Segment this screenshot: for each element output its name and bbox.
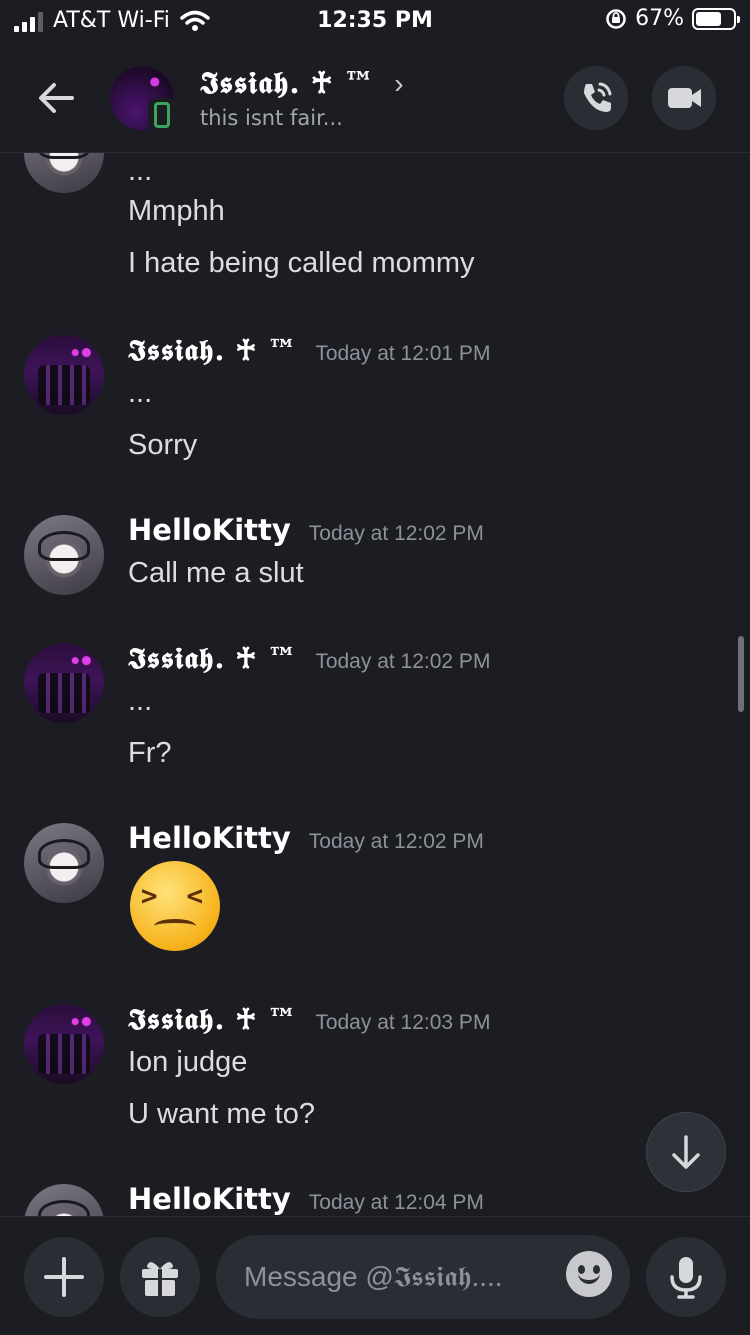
message-author[interactable]: HelloKitty Today at 12:02 PM bbox=[128, 513, 484, 547]
scrollbar[interactable] bbox=[738, 636, 744, 712]
message-text: Mmphh bbox=[128, 195, 225, 227]
message-text: ... bbox=[128, 155, 153, 187]
avatar[interactable] bbox=[24, 823, 104, 903]
message-list[interactable]: ... Mmphh I hate being called mommy 𝕴𝖘𝖘𝖎… bbox=[0, 153, 750, 1216]
avatar[interactable] bbox=[24, 153, 104, 193]
message-author[interactable]: 𝕴𝖘𝖘𝖎𝖆𝖍. ♰ ™ Today at 12:03 PM bbox=[128, 1002, 490, 1037]
message-text: Sorry bbox=[128, 429, 198, 461]
microphone-icon bbox=[670, 1257, 702, 1299]
arrow-down-icon bbox=[672, 1135, 700, 1169]
message-text: U want me to? bbox=[128, 1098, 315, 1130]
message-text: ... bbox=[128, 685, 153, 717]
confounded-face-emoji[interactable] bbox=[130, 861, 220, 951]
gift-icon bbox=[142, 1262, 178, 1296]
add-attachment-button[interactable] bbox=[24, 1237, 104, 1317]
message-text: I hate being called mommy bbox=[128, 247, 475, 279]
chevron-right-icon: › bbox=[394, 68, 405, 99]
status-right: 67% bbox=[605, 6, 740, 31]
gift-button[interactable] bbox=[120, 1237, 200, 1317]
author-name: 𝕴𝖘𝖘𝖎𝖆𝖍. ♰ ™ bbox=[128, 641, 298, 675]
avatar[interactable] bbox=[24, 335, 104, 415]
message-composer: Message @𝕴𝖘𝖘𝖎𝖆𝖍.... bbox=[0, 1216, 750, 1335]
video-camera-icon bbox=[668, 88, 701, 108]
message-timestamp: Today at 12:02 PM bbox=[308, 522, 484, 545]
message-text: Fr? bbox=[128, 737, 172, 769]
message-author[interactable]: 𝕴𝖘𝖘𝖎𝖆𝖍. ♰ ™ Today at 12:02 PM bbox=[128, 641, 490, 676]
dm-recipient-name[interactable]: 𝕴𝖘𝖘𝖎𝖆𝖍. ♰ ™ › bbox=[200, 66, 405, 101]
avatar[interactable] bbox=[24, 1004, 104, 1084]
voice-message-button[interactable] bbox=[646, 1237, 726, 1317]
author-name: HelloKitty bbox=[128, 821, 291, 855]
avatar[interactable] bbox=[24, 643, 104, 723]
custom-status: this isnt fair... bbox=[200, 106, 343, 130]
message-timestamp: Today at 12:03 PM bbox=[315, 1011, 491, 1034]
battery-percent: 67% bbox=[635, 6, 684, 31]
orientation-lock-icon bbox=[606, 8, 626, 29]
phone-call-icon bbox=[584, 82, 612, 112]
status-bar: AT&T Wi-Fi 12:35 PM 67% bbox=[0, 0, 750, 44]
battery-icon bbox=[692, 7, 740, 30]
emoji-icon[interactable] bbox=[566, 1251, 612, 1297]
message-author[interactable]: HelloKitty Today at 12:02 PM bbox=[128, 821, 484, 855]
arrow-left-icon[interactable] bbox=[32, 74, 80, 122]
voice-call-button[interactable] bbox=[564, 66, 628, 130]
mobile-status-icon bbox=[148, 98, 178, 134]
author-name: HelloKitty bbox=[128, 513, 291, 547]
message-timestamp: Today at 12:01 PM bbox=[315, 342, 491, 365]
author-name: 𝕴𝖘𝖘𝖎𝖆𝖍. ♰ ™ bbox=[128, 1002, 298, 1036]
video-call-button[interactable] bbox=[652, 66, 716, 130]
author-name: 𝕴𝖘𝖘𝖎𝖆𝖍. ♰ ™ bbox=[128, 333, 298, 367]
avatar[interactable] bbox=[24, 515, 104, 595]
plus-icon bbox=[44, 1257, 84, 1297]
message-input-placeholder: Message @𝕴𝖘𝖘𝖎𝖆𝖍.... bbox=[244, 1260, 503, 1292]
message-text: ... bbox=[128, 377, 153, 409]
avatar[interactable] bbox=[24, 1184, 104, 1216]
message-text: Ion judge bbox=[128, 1046, 248, 1078]
recipient-name-text: 𝕴𝖘𝖘𝖎𝖆𝖍. ♰ ™ bbox=[200, 66, 375, 101]
message-text: Call me a slut bbox=[128, 557, 304, 589]
message-timestamp: Today at 12:02 PM bbox=[315, 650, 491, 673]
author-name: HelloKitty bbox=[128, 1182, 291, 1216]
message-author[interactable]: 𝕴𝖘𝖘𝖎𝖆𝖍. ♰ ™ Today at 12:01 PM bbox=[128, 333, 490, 368]
message-timestamp: Today at 12:04 PM bbox=[308, 1191, 484, 1214]
message-author[interactable]: HelloKitty Today at 12:04 PM bbox=[128, 1182, 484, 1216]
jump-to-latest-button[interactable] bbox=[646, 1112, 726, 1192]
message-timestamp: Today at 12:02 PM bbox=[308, 830, 484, 853]
chat-header: 𝕴𝖘𝖘𝖎𝖆𝖍. ♰ ™ › this isnt fair... bbox=[0, 44, 750, 153]
